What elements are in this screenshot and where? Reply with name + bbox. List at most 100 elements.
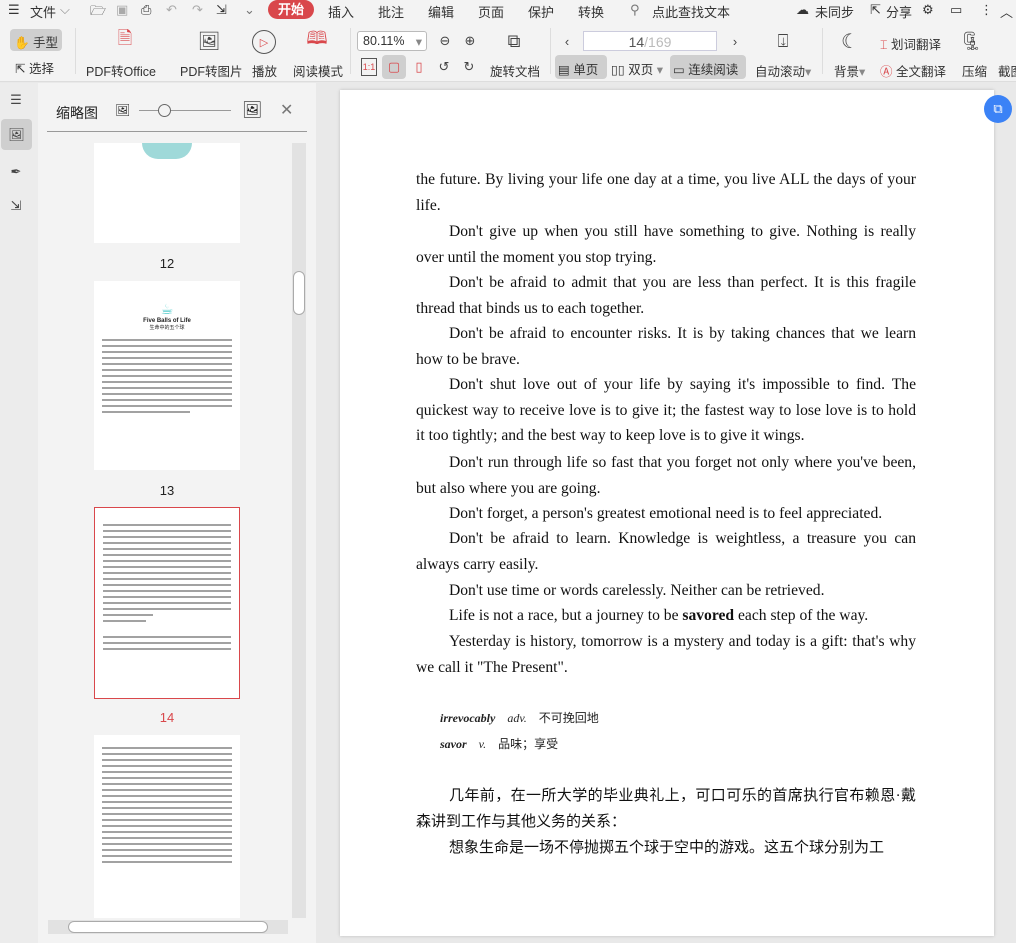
thumb-size-slider[interactable] (139, 110, 231, 111)
close-icon[interactable]: ✕ (280, 100, 293, 120)
tab-insert[interactable]: 插入 (328, 2, 354, 21)
thumbnail-page-12[interactable] (94, 143, 240, 243)
zoom-value: 80.11% (363, 34, 405, 48)
vocab-pos: adv. (507, 711, 527, 725)
moon-icon: ☾ (841, 30, 859, 53)
settings-icon[interactable]: ⚙ (922, 2, 934, 18)
file-menu[interactable]: 文件 (30, 2, 56, 21)
sync-button[interactable]: 未同步 (815, 2, 854, 21)
thumb-subtitle: 生命中的五个球 (149, 325, 185, 331)
rotate-right-icon[interactable]: ↻ (460, 58, 478, 76)
single-page-button[interactable]: ▤ 单页 (555, 55, 607, 79)
vocab-entry: irrevocably adv. 不可挽回地 (440, 709, 599, 726)
word-translate-label: 划词翻译 (891, 38, 942, 52)
collapse-icon[interactable]: ︿ (1000, 2, 1013, 21)
save-icon[interactable]: ▣ (116, 2, 128, 18)
vocab-pos: v. (478, 737, 487, 751)
chevron-down-icon[interactable]: ⌵ (60, 2, 70, 18)
auto-scroll-button[interactable]: 自动滚动▾ (755, 61, 811, 80)
export-icon[interactable]: ⇲ (216, 2, 227, 18)
panel-title: 缩略图 (56, 105, 98, 121)
horizontal-scrollbar[interactable] (48, 920, 288, 934)
full-translate-button[interactable]: Ⓐ 全文翻译 (880, 61, 946, 80)
search-icon: ⚲ (630, 2, 640, 17)
paragraph-cn: 想象生命是一场不停抛掷五个球于空中的游戏。这五个球分别为工 (449, 840, 885, 856)
scroll-thumb[interactable] (293, 271, 305, 315)
single-label: 单页 (573, 63, 599, 77)
page-input[interactable]: 14/169 (583, 31, 717, 51)
small-thumb-icon[interactable]: 🖼 (115, 103, 130, 117)
actual-size-icon[interactable]: 1:1 (361, 58, 377, 76)
word-translate-button[interactable]: ⌶ 划词翻译 (880, 34, 941, 53)
zoom-select[interactable]: 80.11% ▾ (357, 31, 427, 51)
play-button[interactable]: 播放 (252, 61, 277, 80)
tab-annotate[interactable]: 批注 (378, 2, 404, 21)
zip-icon: 🗜 (959, 30, 983, 51)
zoom-in-icon[interactable]: ⊕ (461, 32, 479, 50)
slider-handle[interactable] (158, 104, 171, 117)
read-mode-button[interactable]: 阅读模式 (293, 61, 343, 80)
left-sidebar: ☰ 🖼 ✒ ⇲ (0, 83, 38, 943)
paragraph: Don't forget, a person's greatest emotio… (449, 505, 883, 522)
paragraph: Don't give up when you still have someth… (416, 223, 916, 266)
floating-tool-icon[interactable]: ⧉ (984, 95, 1012, 123)
pen-icon[interactable]: ✒ (5, 161, 27, 183)
select-tool[interactable]: ⇱ 选择 (15, 58, 54, 77)
thumbnail-icon[interactable]: 🖼 (1, 119, 32, 150)
book-icon: 🕮 (306, 28, 328, 48)
undo-icon[interactable]: ↶ (166, 2, 177, 18)
share-button[interactable]: 分享 (886, 2, 912, 21)
thumbnail-page-13[interactable]: ☕ Five Balls of Life 生命中的五个球 (94, 281, 240, 470)
hand-tool[interactable]: ✋ 手型 (10, 29, 62, 51)
paragraph: Don't shut love out of your life by sayi… (416, 376, 916, 445)
background-button[interactable]: 背景▾ (834, 61, 865, 80)
thumbnail-page-15[interactable] (94, 735, 240, 918)
thumbnail-page-14-selected[interactable] (94, 507, 240, 699)
paragraph: Don't be afraid to encounter risks. It i… (416, 325, 916, 368)
large-thumb-icon[interactable]: 🖼 (242, 100, 262, 120)
comment-icon[interactable]: ▭ (950, 2, 962, 18)
tab-page[interactable]: 页面 (478, 2, 504, 21)
prev-page-icon[interactable]: ‹ (560, 32, 574, 50)
pdf-to-image-button[interactable]: PDF转图片 (180, 61, 243, 80)
pdf-to-office-button[interactable]: PDF转Office (86, 61, 156, 80)
double-page-button[interactable]: ▯▯ 双页 ▾ (611, 59, 663, 78)
tab-convert[interactable]: 转换 (578, 2, 604, 21)
menu-icon[interactable]: ☰ (8, 2, 20, 18)
continuous-label: 连续阅读 (688, 63, 739, 77)
more-dropdown-icon[interactable]: ⌄ (244, 2, 255, 18)
text: Life is not a race, but a journey to be (449, 607, 683, 624)
paragraph: Don't use time or words carelessly. Neit… (449, 582, 825, 599)
cloud-icon: ☁ (796, 2, 809, 17)
h-scroll-thumb[interactable] (68, 921, 268, 933)
paragraph: Don't be afraid to admit that you are le… (416, 274, 916, 317)
menu-bar: ☰ 文件 ⌵ 🗁 ▣ ⎙ ↶ ↷ ⇲ ⌄ 开始 插入 批注 编辑 页面 保护 转… (0, 0, 1016, 20)
tab-start[interactable]: 开始 (268, 0, 315, 19)
rotate-left-icon[interactable]: ↺ (435, 58, 453, 76)
continuous-read-button[interactable]: ▭ 连续阅读 (670, 55, 746, 79)
screenshot-button[interactable]: 截图 (998, 61, 1016, 80)
more-icon[interactable]: ⋮ (980, 2, 993, 18)
tab-edit[interactable]: 编辑 (428, 2, 454, 21)
fit-width-icon[interactable]: ▯ (411, 58, 427, 76)
double-label: 双页 (628, 63, 654, 77)
print-icon[interactable]: ⎙ (141, 2, 151, 18)
background-label: 背景 (834, 65, 860, 79)
play-icon: ▷ (252, 30, 276, 54)
zoom-out-icon[interactable]: ⊖ (436, 32, 454, 50)
vocab-meaning: 品味；享受 (498, 737, 559, 751)
search-box[interactable]: 点此查找文本 (652, 2, 730, 21)
vocab-word: irrevocably (440, 711, 496, 725)
compress-button[interactable]: 压缩 (962, 61, 987, 80)
page-current: 14 (628, 34, 645, 50)
next-page-icon[interactable]: › (728, 32, 742, 50)
redo-icon[interactable]: ↷ (192, 2, 203, 18)
tab-protect[interactable]: 保护 (528, 2, 554, 21)
fit-page-icon[interactable]: ▢ (382, 55, 406, 79)
page-number: 12 (159, 256, 175, 271)
rotate-doc-button[interactable]: 旋转文档 (490, 61, 540, 80)
vertical-scrollbar[interactable] (292, 143, 306, 918)
auto-scroll-label: 自动滚动 (755, 65, 806, 79)
outline-icon[interactable]: ☰ (5, 89, 27, 111)
convert-icon[interactable]: ⇲ (5, 195, 27, 217)
